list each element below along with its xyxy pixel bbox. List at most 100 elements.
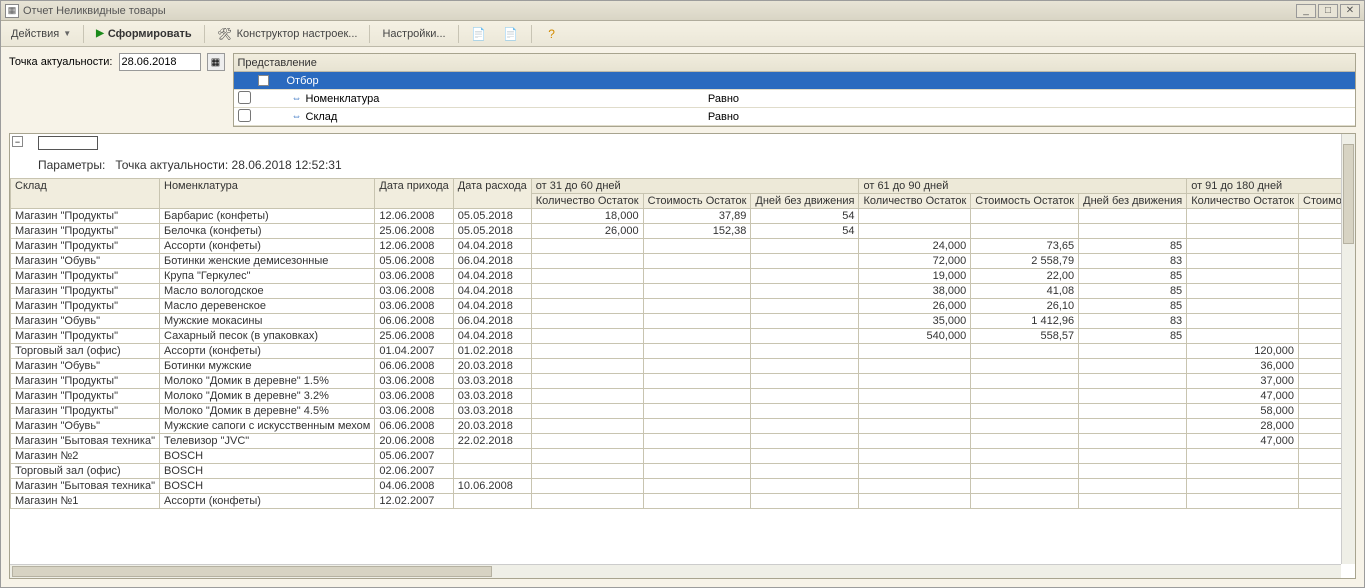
filter-root[interactable]: − ⇔ Отбор <box>234 72 1356 90</box>
table-cell: 85 <box>1079 329 1187 344</box>
table-cell: 58,000 <box>1187 404 1299 419</box>
filter-checkbox[interactable] <box>238 91 251 104</box>
maximize-button[interactable]: □ <box>1318 4 1338 18</box>
h-scroll-thumb[interactable] <box>12 566 492 577</box>
col-group-31-60[interactable]: от 31 до 60 дней <box>531 179 859 194</box>
table-cell <box>1079 389 1187 404</box>
table-cell: Магазин "Бытовая техника" <box>11 434 160 449</box>
constructor-button[interactable]: 🛠 Конструктор настроек... <box>211 24 364 44</box>
filter-checkbox[interactable] <box>238 109 251 122</box>
table-cell <box>859 449 971 464</box>
table-row[interactable]: Магазин "Продукты"Сахарный песок (в упак… <box>11 329 1357 344</box>
toolbar: Действия ▼ ▶ Сформировать 🛠 Конструктор … <box>1 21 1364 47</box>
table-cell <box>1079 344 1187 359</box>
table-cell <box>751 239 859 254</box>
h-scrollbar[interactable] <box>10 564 1341 578</box>
table-cell <box>859 419 971 434</box>
table-cell: 558,57 <box>971 329 1079 344</box>
table-cell <box>531 464 643 479</box>
table-row[interactable]: Магазин №1Ассорти (конфеты)12.02.2007240… <box>11 494 1357 509</box>
table-cell <box>1187 254 1299 269</box>
table-cell: Магазин "Продукты" <box>11 239 160 254</box>
table-row[interactable]: Магазин "Обувь"Мужские сапоги с искусств… <box>11 419 1357 434</box>
v-scroll-thumb[interactable] <box>1343 144 1354 244</box>
table-cell <box>859 434 971 449</box>
table-cell: 12.06.2008 <box>375 209 453 224</box>
table-row[interactable]: Магазин "Бытовая техника"Телевизор "JVC"… <box>11 434 1357 449</box>
table-row[interactable]: Магазин "Обувь"Мужские мокасины06.06.200… <box>11 314 1357 329</box>
table-cell <box>643 254 751 269</box>
settings-button[interactable]: Настройки... <box>376 26 451 42</box>
titlebar: ▦ Отчет Неликвидные товары _ □ ✕ <box>1 1 1364 21</box>
tool-icon-1[interactable]: 📄 <box>465 24 493 44</box>
col-cost[interactable]: Стоимость Остаток <box>971 194 1079 209</box>
table-cell <box>971 434 1079 449</box>
form-label: Сформировать <box>108 28 192 40</box>
col-qty[interactable]: Количество Остаток <box>859 194 971 209</box>
table-row[interactable]: Магазин "Обувь"Ботинки мужские06.06.2008… <box>11 359 1357 374</box>
col-group-91-180[interactable]: от 91 до 180 дней <box>1187 179 1356 194</box>
table-cell <box>1187 299 1299 314</box>
table-cell: Молоко "Домик в деревне" 1.5% <box>160 374 375 389</box>
date-label: Точка актуальности: <box>9 56 113 68</box>
table-row[interactable]: Магазин "Продукты"Крупа "Геркулес"03.06.… <box>11 269 1357 284</box>
table-row[interactable]: Торговый зал (офис)Ассорти (конфеты)01.0… <box>11 344 1357 359</box>
col-group-61-90[interactable]: от 61 до 90 дней <box>859 179 1187 194</box>
table-cell: 04.04.2018 <box>453 329 531 344</box>
table-cell: 03.06.2008 <box>375 404 453 419</box>
table-row[interactable]: Магазин "Продукты"Барбарис (конфеты)12.0… <box>11 209 1357 224</box>
col-qty[interactable]: Количество Остаток <box>531 194 643 209</box>
table-cell <box>643 284 751 299</box>
form-button[interactable]: ▶ Сформировать <box>90 26 198 42</box>
minimize-button[interactable]: _ <box>1296 4 1316 18</box>
tree-collapse-icon[interactable]: − <box>258 75 269 86</box>
date-picker-button[interactable]: ▦ <box>207 53 225 71</box>
table-cell: 36,000 <box>1187 359 1299 374</box>
tree-collapse-icon[interactable]: − <box>12 136 23 147</box>
col-days[interactable]: Дней без движения <box>1079 194 1187 209</box>
table-cell <box>643 479 751 494</box>
chevron-down-icon: ▼ <box>63 29 71 38</box>
table-cell <box>751 449 859 464</box>
col-cost[interactable]: Стоимость Остаток <box>643 194 751 209</box>
actions-menu[interactable]: Действия ▼ <box>5 26 77 42</box>
table-row[interactable]: Магазин "Бытовая техника"BOSCH04.06.2008… <box>11 479 1357 494</box>
table-cell <box>643 269 751 284</box>
table-row[interactable]: Магазин "Продукты"Молоко "Домик в деревн… <box>11 404 1357 419</box>
report-area[interactable]: − Параметры: Точка актуальности: 28.06.2… <box>9 133 1356 579</box>
date-input[interactable] <box>119 53 201 71</box>
table-row[interactable]: Магазин "Продукты"Белочка (конфеты)25.06… <box>11 224 1357 239</box>
table-cell: 540,000 <box>859 329 971 344</box>
table-row[interactable]: Магазин "Продукты"Молоко "Домик в деревн… <box>11 389 1357 404</box>
table-row[interactable]: Магазин "Продукты"Молоко "Домик в деревн… <box>11 374 1357 389</box>
table-cell: Магазин "Продукты" <box>11 299 160 314</box>
close-button[interactable]: ✕ <box>1340 4 1360 18</box>
table-row[interactable]: Магазин "Продукты"Ассорти (конфеты)12.06… <box>11 239 1357 254</box>
filter-row-label: Номенклатура <box>306 93 380 105</box>
filter-row[interactable]: ⇔НоменклатураРавно <box>234 90 1356 108</box>
table-row[interactable]: Торговый зал (офис)BOSCH02.06.20072,0001… <box>11 464 1357 479</box>
help-button[interactable]: ? <box>538 24 566 44</box>
col-drash[interactable]: Дата расхода <box>453 179 531 209</box>
table-cell <box>1079 209 1187 224</box>
col-nomen[interactable]: Номенклатура <box>160 179 375 209</box>
table-cell: 03.03.2018 <box>453 374 531 389</box>
table-cell: 04.04.2018 <box>453 239 531 254</box>
table-cell <box>453 449 531 464</box>
col-days[interactable]: Дней без движения <box>751 194 859 209</box>
table-cell <box>643 314 751 329</box>
table-row[interactable]: Магазин "Продукты"Масло вологодское03.06… <box>11 284 1357 299</box>
col-qty[interactable]: Количество Остаток <box>1187 194 1299 209</box>
table-cell: Мужские мокасины <box>160 314 375 329</box>
table-cell: Масло вологодское <box>160 284 375 299</box>
col-dprih[interactable]: Дата прихода <box>375 179 453 209</box>
table-row[interactable]: Магазин "Продукты"Масло деревенское03.06… <box>11 299 1357 314</box>
table-row[interactable]: Магазин №2BOSCH05.06.20071,000980,00 <box>11 449 1357 464</box>
col-sklad[interactable]: Склад <box>11 179 160 209</box>
table-row[interactable]: Магазин "Обувь"Ботинки женские демисезон… <box>11 254 1357 269</box>
filter-row[interactable]: ⇔СкладРавно <box>234 108 1356 126</box>
table-cell <box>751 299 859 314</box>
table-cell <box>751 314 859 329</box>
tool-icon-2[interactable]: 📄 <box>497 24 525 44</box>
v-scrollbar[interactable] <box>1341 134 1355 564</box>
